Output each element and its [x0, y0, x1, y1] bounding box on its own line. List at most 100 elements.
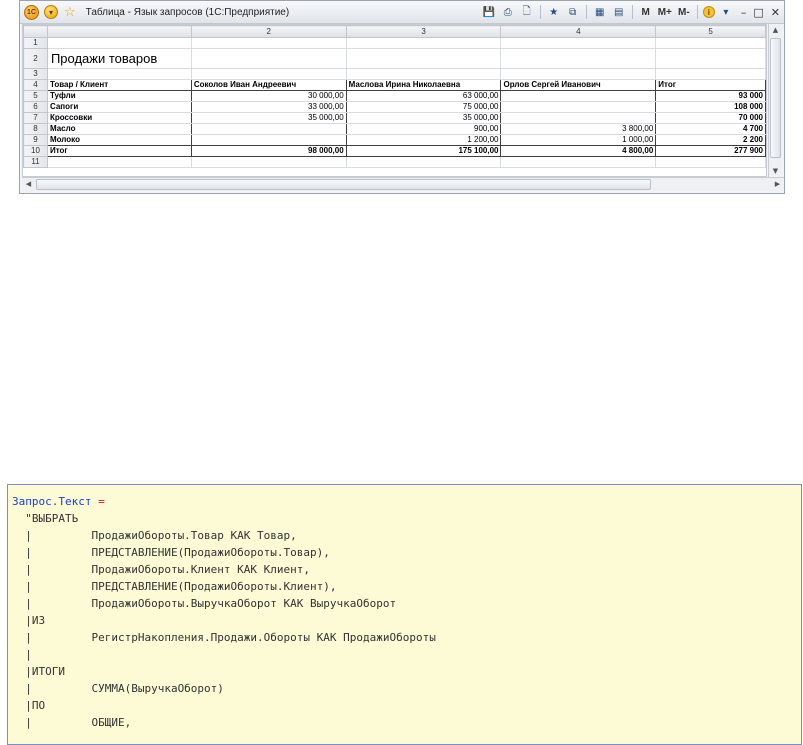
- report-title[interactable]: Продажи товаров: [46, 48, 192, 69]
- table-header-cell[interactable]: Орлов Сергей Иванович: [500, 79, 657, 91]
- app-logo-icon[interactable]: 1С: [24, 4, 39, 20]
- row-header[interactable]: 11: [23, 156, 48, 168]
- table-cell[interactable]: [500, 112, 657, 124]
- cell[interactable]: [190, 37, 347, 49]
- calculator-icon[interactable]: ▦: [592, 4, 608, 20]
- table-cell[interactable]: 2 200: [655, 134, 766, 146]
- close-icon[interactable]: ✕: [771, 6, 780, 19]
- vertical-scroll-thumb[interactable]: [770, 38, 781, 158]
- table-header-cell[interactable]: Итог: [655, 79, 766, 91]
- table-cell[interactable]: 1 200,00: [345, 134, 502, 146]
- table-cell[interactable]: Кроссовки: [46, 112, 192, 124]
- row-header[interactable]: 6: [23, 101, 48, 113]
- cell[interactable]: [46, 68, 192, 80]
- horizontal-scroll-thumb[interactable]: [36, 179, 651, 190]
- table-cell[interactable]: [500, 90, 657, 102]
- table-cell[interactable]: 75 000,00: [345, 101, 502, 113]
- cell[interactable]: [500, 48, 657, 69]
- row-header[interactable]: 8: [23, 123, 48, 135]
- cell[interactable]: [46, 37, 192, 49]
- row-header[interactable]: 9: [23, 134, 48, 146]
- copy-icon[interactable]: ⧉: [565, 4, 581, 20]
- toolbar-separator: [696, 5, 698, 19]
- table-cell[interactable]: [500, 101, 657, 113]
- table-cell[interactable]: 93 000: [655, 90, 766, 102]
- scroll-up-icon[interactable]: ▲: [769, 24, 782, 36]
- table-header-cell[interactable]: Соколов Иван Андреевич: [190, 79, 347, 91]
- row-header[interactable]: 2: [23, 48, 48, 69]
- horizontal-scrollbar[interactable]: ◀ ▶: [22, 177, 784, 191]
- table-cell[interactable]: 277 900: [655, 145, 766, 157]
- column-header[interactable]: [46, 25, 192, 38]
- chevron-down-icon[interactable]: ▾: [718, 4, 734, 20]
- memory-plus-button[interactable]: M+: [657, 4, 673, 20]
- row-header[interactable]: 3: [23, 68, 48, 80]
- spreadsheet[interactable]: 2 3 4 5 1 2 Продажи товаров 3 4 Товар / …: [22, 24, 767, 177]
- table-cell[interactable]: Туфли: [46, 90, 192, 102]
- row-header[interactable]: 7: [23, 112, 48, 124]
- minimize-icon[interactable]: –: [741, 6, 747, 19]
- table-header-cell[interactable]: Маслова Ирина Николаевна: [345, 79, 502, 91]
- table-cell[interactable]: 1 000,00: [500, 134, 657, 146]
- table-cell[interactable]: Сапоги: [46, 101, 192, 113]
- row-header[interactable]: 4: [23, 79, 48, 91]
- cell[interactable]: [500, 37, 657, 49]
- cell[interactable]: [46, 156, 192, 168]
- print-preview-icon[interactable]: 🗋: [519, 4, 535, 20]
- print-icon[interactable]: ⎙: [500, 4, 516, 20]
- cell[interactable]: [345, 48, 502, 69]
- table-header-cell[interactable]: Товар / Клиент: [46, 79, 192, 91]
- table-cell[interactable]: Молоко: [46, 134, 192, 146]
- table-cell[interactable]: Масло: [46, 123, 192, 135]
- table-cell[interactable]: 63 000,00: [345, 90, 502, 102]
- scroll-left-icon[interactable]: ◀: [22, 178, 35, 190]
- memory-minus-button[interactable]: M-: [676, 4, 692, 20]
- table-cell[interactable]: 70 000: [655, 112, 766, 124]
- memory-button[interactable]: M: [638, 4, 654, 20]
- table-cell[interactable]: [190, 123, 347, 135]
- scroll-down-icon[interactable]: ▼: [769, 165, 782, 177]
- cell[interactable]: [345, 68, 502, 80]
- column-header[interactable]: 2: [190, 25, 347, 38]
- vertical-scrollbar[interactable]: ▲ ▼: [768, 24, 782, 177]
- row-header[interactable]: 1: [23, 37, 48, 49]
- favorites-star-icon[interactable]: ☆: [64, 5, 76, 20]
- cell[interactable]: [190, 48, 347, 69]
- cell[interactable]: [500, 68, 657, 80]
- cell[interactable]: [190, 68, 347, 80]
- cell[interactable]: [190, 156, 347, 168]
- cell[interactable]: [345, 37, 502, 49]
- table-cell[interactable]: 35 000,00: [190, 112, 347, 124]
- table-cell[interactable]: 4 800,00: [500, 145, 657, 157]
- row-header[interactable]: 10: [23, 145, 48, 157]
- table-cell[interactable]: 3 800,00: [500, 123, 657, 135]
- table-cell[interactable]: 900,00: [345, 123, 502, 135]
- table-cell[interactable]: 35 000,00: [345, 112, 502, 124]
- cell[interactable]: [655, 68, 766, 80]
- table-cell[interactable]: 175 100,00: [345, 145, 502, 157]
- table-cell[interactable]: 108 000: [655, 101, 766, 113]
- cell[interactable]: [345, 156, 502, 168]
- table-cell[interactable]: 30 000,00: [190, 90, 347, 102]
- cell[interactable]: [500, 156, 657, 168]
- table-cell[interactable]: 98 000,00: [190, 145, 347, 157]
- add-favorites-icon[interactable]: ★: [546, 4, 562, 20]
- cell[interactable]: [655, 48, 766, 69]
- column-header[interactable]: 4: [500, 25, 657, 38]
- main-menu-icon[interactable]: ▾: [44, 5, 58, 19]
- info-icon[interactable]: i: [702, 6, 715, 18]
- table-cell[interactable]: Итог: [46, 145, 192, 157]
- maximize-icon[interactable]: □: [753, 6, 763, 19]
- table-cell[interactable]: 33 000,00: [190, 101, 347, 113]
- cell[interactable]: [655, 37, 766, 49]
- column-header[interactable]: 5: [655, 25, 766, 38]
- cell[interactable]: [655, 156, 766, 168]
- grid-corner[interactable]: [23, 25, 48, 38]
- scroll-right-icon[interactable]: ▶: [771, 178, 784, 190]
- save-icon[interactable]: 💾: [481, 4, 497, 20]
- calendar-icon[interactable]: ▤: [611, 4, 627, 20]
- column-header[interactable]: 3: [345, 25, 502, 38]
- row-header[interactable]: 5: [23, 90, 48, 102]
- table-cell[interactable]: 4 700: [655, 123, 766, 135]
- table-cell[interactable]: [190, 134, 347, 146]
